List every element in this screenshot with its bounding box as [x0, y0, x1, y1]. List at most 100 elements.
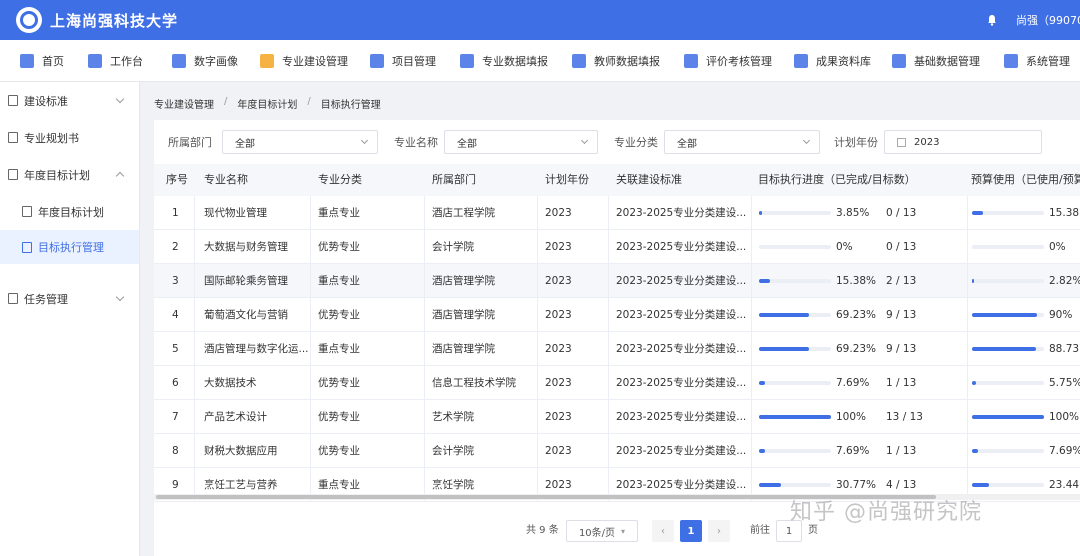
sidebar-item-label: 年度目标计划: [38, 205, 104, 219]
table-row[interactable]: 8 财税大数据应用 优势专业 会计学院 2023 2023-2025专业分类建设... 7.…: [154, 434, 1080, 468]
cell-dept: 会计学院: [432, 445, 474, 457]
cell-name: 国际邮轮乘务管理: [204, 275, 288, 287]
cell-year: 2023: [545, 343, 572, 355]
cell-year: 2023: [545, 411, 572, 423]
cell-cat: 优势专业: [318, 241, 360, 253]
prev-page-button[interactable]: ‹: [652, 520, 674, 542]
category-select[interactable]: 全部: [664, 130, 820, 154]
user-name[interactable]: 尚强（990707）: [1016, 12, 1080, 28]
nav-item[interactable]: 基础数据管理: [892, 40, 980, 82]
sidebar-item[interactable]: 专业规划书: [0, 119, 139, 156]
dept-select[interactable]: 全部: [222, 130, 378, 154]
cell-cat: 优势专业: [318, 411, 360, 423]
progress-bar: [759, 279, 831, 283]
budget-fill: [972, 483, 989, 487]
breadcrumb-item[interactable]: 专业建设管理: [154, 96, 214, 111]
progress-bar: [759, 347, 831, 351]
cell-no: 6: [172, 377, 179, 389]
sidebar-item[interactable]: 建设标准: [0, 82, 139, 119]
cell-pct: 69.23%: [836, 343, 877, 355]
task-icon: [8, 293, 18, 304]
cell-std: 2023-2025专业分类建设...: [616, 241, 747, 253]
cell-name: 大数据技术: [204, 377, 257, 389]
progress-bar: [759, 211, 831, 215]
cell-pct: 7.69%: [836, 377, 870, 389]
nav-item[interactable]: 项目管理: [370, 40, 436, 82]
cell-name: 葡萄酒文化与营销: [204, 309, 288, 321]
cell-bpct: 5.75%: [1049, 377, 1080, 389]
table-row[interactable]: 5 酒店管理与数字化运... 重点专业 酒店管理学院 2023 2023-2025专业分类…: [154, 332, 1080, 366]
column-header: 序号: [166, 173, 188, 186]
content-panel: 所属部门 全部 专业名称 全部 专业分类 全部 计划年份 2023 序号 专业名…: [154, 120, 1080, 556]
progress-bar: [759, 381, 831, 385]
cell-std: 2023-2025专业分类建设...: [616, 445, 747, 457]
nav-item[interactable]: 工作台: [88, 40, 143, 82]
year-picker[interactable]: 2023: [884, 130, 1042, 154]
year-filter-label: 计划年份: [834, 136, 878, 149]
cell-cat: 重点专业: [318, 207, 360, 219]
watermark: 知乎 @尚强研究院: [790, 500, 982, 525]
sidebar-item[interactable]: 年度目标计划: [0, 193, 139, 230]
table-row[interactable]: 7 产品艺术设计 优势专业 艺术学院 2023 2023-2025专业分类建设... 100…: [154, 400, 1080, 434]
progress-fill: [759, 415, 831, 419]
cell-bpct: 100%: [1049, 411, 1080, 423]
major-select[interactable]: 全部: [444, 130, 598, 154]
cell-std: 2023-2025专业分类建设...: [616, 309, 747, 321]
cell-no: 4: [172, 309, 179, 321]
column-header: 专业分类: [318, 173, 362, 186]
sidebar-item[interactable]: 目标执行管理: [0, 230, 139, 264]
progress-bar: [759, 415, 831, 419]
nav-item[interactable]: 教师数据填报: [572, 40, 660, 82]
nav-item[interactable]: 评价考核管理: [684, 40, 772, 82]
progress-fill: [759, 449, 765, 453]
table-row[interactable]: 1 现代物业管理 重点专业 酒店工程学院 2023 2023-2025专业分类建设... 3…: [154, 196, 1080, 230]
progress-fill: [759, 313, 809, 317]
app-title: 上海尚强科技大学: [50, 11, 179, 30]
calendar-icon: [897, 137, 906, 147]
nav-item-label: 评价考核管理: [706, 54, 772, 68]
sidebar-item[interactable]: 年度目标计划: [0, 156, 139, 193]
calendar-icon: [8, 169, 18, 180]
cell-year: 2023: [545, 275, 572, 287]
current-page-button[interactable]: 1: [680, 520, 702, 542]
nav-item[interactable]: 首页: [20, 40, 64, 82]
cell-pct: 3.85%: [836, 207, 870, 219]
cell-year: 2023: [545, 309, 572, 321]
nav-item-label: 成果资料库: [816, 54, 871, 68]
column-header: 计划年份: [545, 173, 589, 186]
nav-item[interactable]: 专业建设管理: [260, 40, 348, 82]
column-header: 关联建设标准: [616, 173, 682, 186]
sidebar-item-label: 任务管理: [24, 292, 68, 306]
cell-bpct: 7.69%: [1049, 445, 1080, 457]
nav-item[interactable]: 成果资料库: [794, 40, 871, 82]
cell-dept: 艺术学院: [432, 411, 474, 423]
next-page-button[interactable]: ›: [708, 520, 730, 542]
cell-name: 现代物业管理: [204, 207, 267, 219]
page-size-select[interactable]: 10条/页 ▾: [566, 520, 638, 542]
breadcrumb-current: 目标执行管理: [320, 100, 381, 111]
table-row[interactable]: 3 国际邮轮乘务管理 重点专业 酒店管理学院 2023 2023-2025专业分类建设..…: [154, 264, 1080, 298]
cell-count: 2 / 13: [886, 275, 917, 287]
nav-item-label: 系统管理: [1026, 54, 1070, 68]
sidebar: 建设标准 专业规划书 年度目标计划 年度目标计划 目标执行管理 任务管理: [0, 82, 140, 556]
column-header: 预算使用（已使用/预算: [971, 173, 1080, 186]
cell-count: 0 / 13: [886, 207, 917, 219]
progress-bar: [759, 313, 831, 317]
bell-icon[interactable]: [986, 14, 998, 26]
progress-bar: [759, 245, 831, 249]
cell-dept: 酒店管理学院: [432, 275, 495, 287]
table-row[interactable]: 4 葡萄酒文化与营销 优势专业 酒店管理学院 2023 2023-2025专业分类建设..…: [154, 298, 1080, 332]
nav-item[interactable]: 系统管理: [1004, 40, 1070, 82]
breadcrumb-item[interactable]: 年度目标计划: [237, 96, 297, 111]
target-icon: [22, 241, 32, 253]
nav-item-label: 数字画像: [194, 54, 238, 68]
cell-cat: 优势专业: [318, 445, 360, 457]
cell-count: 13 / 13: [886, 411, 923, 423]
table-row[interactable]: 6 大数据技术 优势专业 信息工程技术学院 2023 2023-2025专业分类建设...…: [154, 366, 1080, 400]
nav-item[interactable]: 专业数据填报: [460, 40, 548, 82]
budget-fill: [972, 279, 975, 283]
table-row[interactable]: 2 大数据与财务管理 优势专业 会计学院 2023 2023-2025专业分类建设... 0…: [154, 230, 1080, 264]
sidebar-item[interactable]: 任务管理: [0, 280, 139, 317]
cell-pct: 7.69%: [836, 445, 870, 457]
nav-item[interactable]: 数字画像: [172, 40, 238, 82]
